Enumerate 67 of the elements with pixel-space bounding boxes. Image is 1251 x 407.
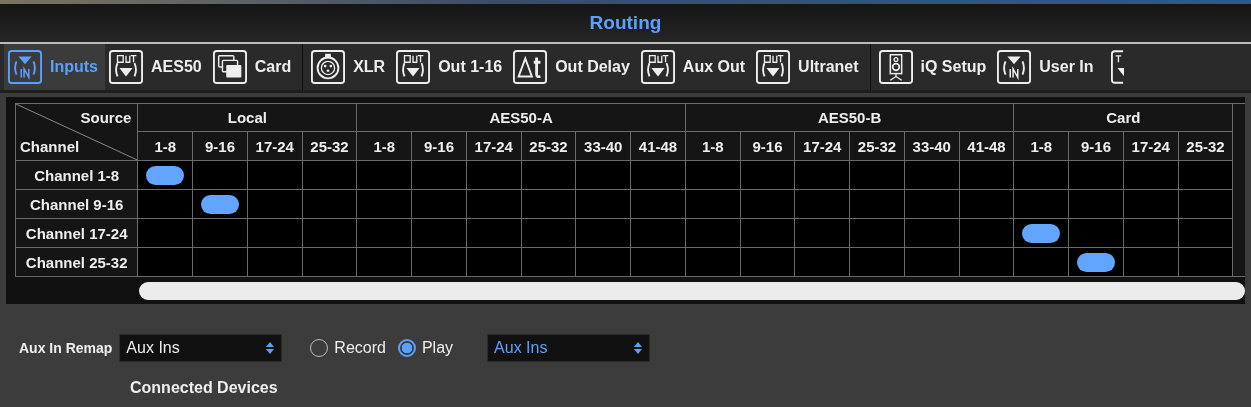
- routing-cell[interactable]: [521, 160, 576, 190]
- row-header: Channel 9-16: [15, 189, 138, 219]
- routing-cell[interactable]: [959, 247, 1014, 277]
- radio-option[interactable]: Record: [310, 339, 386, 357]
- routing-cell[interactable]: [740, 247, 795, 277]
- routing-cell[interactable]: [1178, 189, 1233, 219]
- routing-cell[interactable]: [302, 189, 357, 219]
- scrollbar[interactable]: [139, 282, 1245, 300]
- tab[interactable]: AES50: [105, 44, 209, 90]
- routing-cell[interactable]: [740, 189, 795, 219]
- column-group-header: Card: [1013, 103, 1233, 132]
- output-icon: [109, 50, 143, 84]
- tab[interactable]: XLR: [307, 44, 393, 90]
- cards-icon: [212, 50, 247, 84]
- updown-icon: [633, 341, 644, 355]
- routing-cell[interactable]: [521, 218, 576, 248]
- routing-cell[interactable]: [302, 160, 357, 190]
- routing-cell[interactable]: [959, 218, 1014, 248]
- xlr-connector-icon: [311, 50, 346, 84]
- row-header: Channel 25-32: [15, 247, 138, 277]
- routing-cell[interactable]: [521, 189, 576, 219]
- tab[interactable]: Out Delay: [509, 44, 637, 90]
- output-icon: [396, 50, 431, 84]
- routing-cell[interactable]: [302, 218, 357, 248]
- routing-cell[interactable]: [302, 247, 357, 277]
- routing-cell[interactable]: [521, 247, 576, 277]
- routing-cell[interactable]: [740, 160, 795, 190]
- routing-cell[interactable]: [959, 160, 1014, 190]
- routing-cell[interactable]: [1178, 160, 1233, 190]
- window-title: Routing: [589, 12, 662, 34]
- column-header: 41-48: [959, 131, 1014, 161]
- output-icon[interactable]: [1110, 50, 1124, 84]
- tab[interactable]: Card: [208, 44, 299, 90]
- tab[interactable]: iQ Setup: [874, 44, 994, 90]
- row-header: Channel 17-24: [15, 218, 138, 248]
- radio-button[interactable]: [397, 339, 416, 357]
- output-icon: [640, 50, 675, 84]
- target-dropdown[interactable]: Aux Ins: [487, 334, 651, 362]
- speaker-icon: [878, 50, 913, 84]
- column-header: 25-32: [302, 131, 357, 161]
- output-icon: [756, 50, 791, 84]
- column-header: 25-32: [1178, 131, 1233, 161]
- tab[interactable]: Out 1-16: [392, 44, 510, 90]
- routing-cell[interactable]: [959, 189, 1014, 219]
- section-title: Connected Devices: [130, 379, 279, 397]
- tab[interactable]: Aux Out: [636, 44, 753, 90]
- routing-cell[interactable]: [1178, 218, 1233, 248]
- header-label: Channel: [20, 138, 80, 155]
- updown-icon: [265, 341, 276, 355]
- routing-cell[interactable]: [740, 218, 795, 248]
- column-header: 25-32: [521, 131, 576, 161]
- tab[interactable]: Ultranet: [752, 44, 866, 90]
- delta-t-icon: [513, 50, 548, 84]
- routing-cell[interactable]: [1178, 247, 1233, 277]
- input-icon: [997, 50, 1032, 84]
- column-group-header: AES50-B: [685, 103, 1014, 132]
- column-header: 9-16: [740, 131, 795, 161]
- radio-option[interactable]: Play: [397, 339, 454, 357]
- header-label: Source: [80, 109, 132, 126]
- field-label: Aux In Remap: [19, 340, 113, 356]
- input-icon: [8, 50, 42, 84]
- tab[interactable]: Inputs: [4, 44, 105, 90]
- source-dropdown[interactable]: Aux Ins: [119, 334, 283, 362]
- column-group-header: Local: [137, 103, 357, 132]
- row-header: Channel 1-8: [15, 160, 138, 190]
- tab[interactable]: User In: [993, 44, 1101, 90]
- column-group-header: AES50-A: [356, 103, 686, 132]
